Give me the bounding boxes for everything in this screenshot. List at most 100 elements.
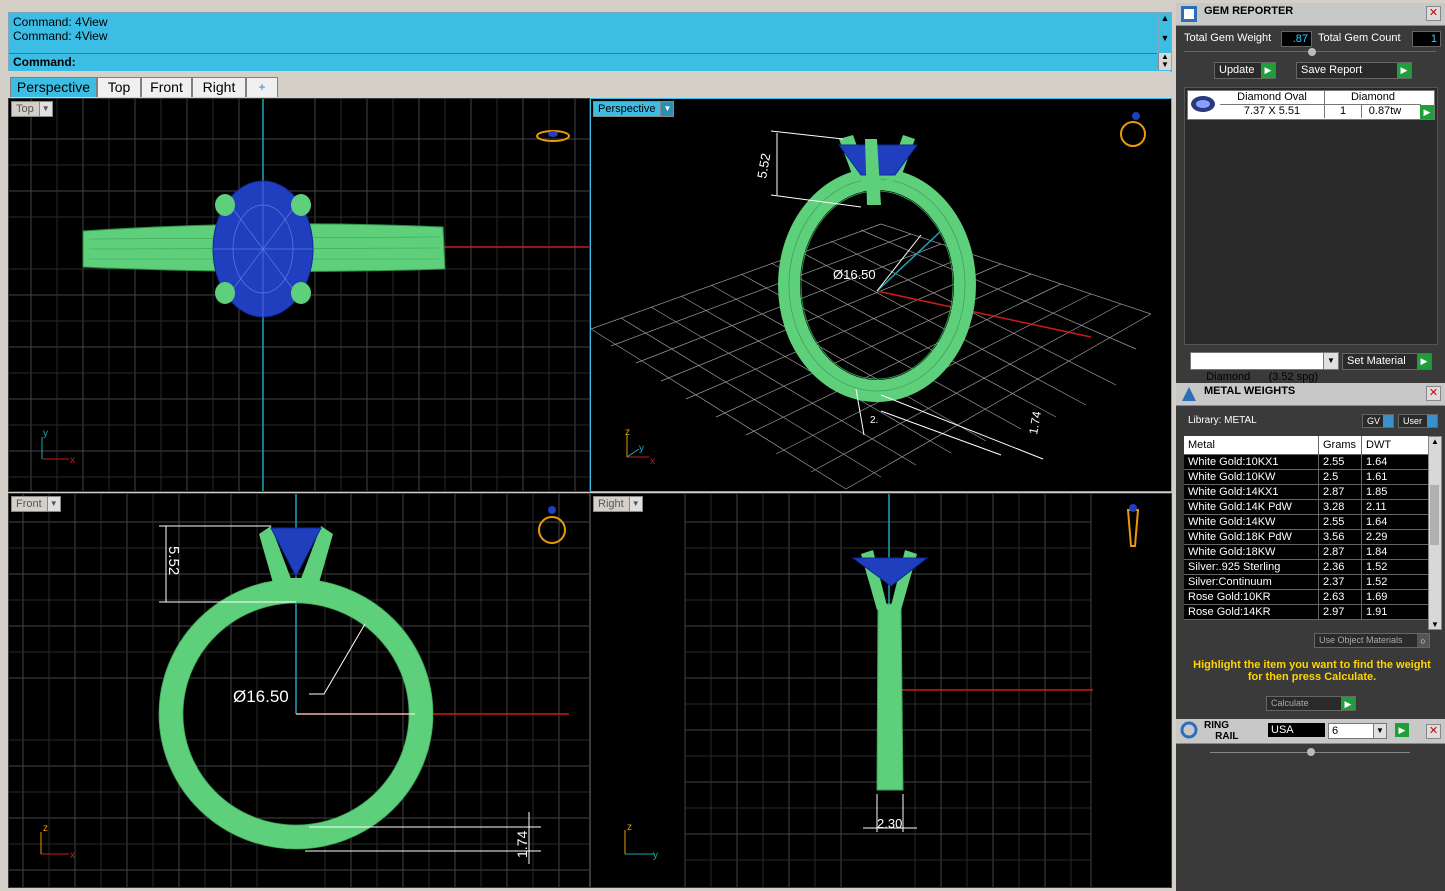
history-scrollbar[interactable]: ▲ ▼ [1158,13,1171,53]
save-report-button[interactable]: Save Report ▶ [1296,62,1412,79]
calculate-button[interactable]: Calculate ▶ [1266,696,1356,711]
metal-dwt: 1.61 [1361,469,1428,485]
metal-weights-header: METAL WEIGHTS ✕ [1176,383,1445,406]
viewport-perspective[interactable]: 5.52 Ø16.50 2. 1.74 x y z Perspective ▼ [590,98,1172,492]
column-header[interactable]: Metal [1184,436,1319,455]
tab-perspective[interactable]: Perspective [10,77,97,97]
metal-name: White Gold:14KW [1184,514,1319,530]
table-row[interactable]: Rose Gold:10KR 2.63 1.69 [1184,589,1428,605]
close-icon[interactable]: ✕ [1426,6,1441,21]
ring-preview-icon [1126,504,1140,547]
chevron-up-icon[interactable]: ▲ [1429,437,1441,446]
tab-right[interactable]: Right [192,77,246,97]
metal-dwt: 1.84 [1361,544,1428,560]
viewport-tab-bar: Perspective Top Front Right + [8,71,1170,97]
metal-grams: 2.87 [1318,544,1362,560]
ring-icon [1180,721,1198,739]
gem-list: Diamond Oval 7.37 X 5.51 Diamond 1 0.87t… [1184,87,1438,345]
total-count-label: Total Gem Count [1318,32,1401,44]
axis-x-label: x [70,850,75,861]
user-toggle[interactable]: User [1398,414,1438,428]
slider-handle[interactable] [1308,48,1316,56]
use-object-materials-toggle[interactable]: Use Object Materials ○ [1314,633,1430,648]
table-row[interactable]: White Gold:10KW 2.5 1.61 [1184,469,1428,485]
update-button[interactable]: Update ▶ [1214,62,1276,79]
toggle-icon [1383,415,1393,427]
front-view-canvas: 5.52 Ø16.50 1.74 x z [9,494,589,887]
column-header[interactable]: DWT [1361,436,1428,455]
table-row[interactable]: White Gold:10KX1 2.55 1.64 [1184,454,1428,470]
chevron-down-icon[interactable]: ▼ [1429,620,1441,629]
play-icon[interactable]: ▶ [1420,105,1434,119]
ring-preview-icon [538,506,566,544]
scale-icon [1182,387,1196,401]
update-button-label: Update [1219,64,1255,76]
ring-size-value: 6 [1332,725,1339,737]
close-icon[interactable]: ✕ [1426,386,1441,401]
metal-grams: 3.56 [1318,529,1362,545]
chevron-down-icon[interactable]: ▼ [46,497,60,511]
metal-grams: 3.28 [1318,499,1362,515]
dim-thickness-label: 1.74 [1026,410,1044,436]
table-row[interactable]: Silver:.925 Sterling 2.36 1.52 [1184,559,1428,575]
set-material-button[interactable]: Set Material ▶ [1342,353,1432,370]
dim-diameter-label: Ø16.50 [233,687,289,706]
metal-dwt: 1.64 [1361,514,1428,530]
metal-dwt: 1.52 [1361,574,1428,590]
ring-rail-title: RING RAIL [1204,720,1238,742]
table-row[interactable]: White Gold:18KW 2.87 1.84 [1184,544,1428,560]
axis-z-label: z [627,822,632,833]
metal-grams: 2.63 [1318,589,1362,605]
table-row[interactable]: Silver:Continuum 2.37 1.52 [1184,574,1428,590]
close-icon[interactable]: ✕ [1426,724,1441,739]
ring-size-select[interactable]: 6 ▼ [1328,723,1387,739]
metal-name: Rose Gold:14KR [1184,604,1319,620]
metal-grams: 2.87 [1318,484,1362,500]
viewport-label-perspective[interactable]: Perspective ▼ [593,101,675,117]
ring-rail-title-line: RING [1204,720,1229,731]
chevron-down-icon[interactable]: ▼ [660,102,674,116]
metal-name: White Gold:10KX1 [1184,454,1319,470]
country-select[interactable]: USA [1268,723,1325,737]
scrollbar-thumb[interactable] [1430,485,1439,545]
table-row[interactable]: White Gold:18K PdW 3.56 2.29 [1184,529,1428,545]
dim-small-label: 2. [870,415,878,426]
metal-name: White Gold:18KW [1184,544,1319,560]
user-label: User [1403,416,1423,426]
viewport-top[interactable]: x y Top ▼ [8,98,590,492]
play-icon[interactable]: ▶ [1395,723,1409,737]
slider-handle[interactable] [1307,748,1315,756]
table-row[interactable]: White Gold:14K PdW 3.28 2.11 [1184,499,1428,515]
calculate-label: Calculate [1271,698,1309,708]
metal-dwt: 1.52 [1361,559,1428,575]
viewport-right[interactable]: 2.30 y z Right ▼ [590,493,1172,888]
oval-gem-icon [1191,96,1215,112]
command-spinner[interactable]: ▲ ▼ [1158,53,1171,70]
axis-y-label: y [43,428,48,439]
side-panel: GEM REPORTER ✕ Total Gem Weight .87 Tota… [1176,3,1445,891]
axis-x-label: x [650,456,655,467]
table-row[interactable]: White Gold:14KW 2.55 1.64 [1184,514,1428,530]
viewport-front[interactable]: 5.52 Ø16.50 1.74 x z Front ▼ [8,493,590,888]
gv-toggle[interactable]: GV [1362,414,1394,428]
metal-dwt: 2.29 [1361,529,1428,545]
table-row[interactable]: Rose Gold:14KR 2.97 1.91 [1184,604,1428,620]
viewport-label-top[interactable]: Top ▼ [11,101,53,117]
metal-table-scrollbar[interactable]: ▲ ▼ [1428,436,1442,630]
chevron-down-icon[interactable]: ▼ [628,497,642,511]
chevron-down-icon[interactable]: ▼ [38,102,52,116]
command-line[interactable]: Command: [9,53,1157,70]
save-report-label: Save Report [1301,64,1363,76]
tab-top[interactable]: Top [97,77,141,97]
tab-front[interactable]: Front [141,77,192,97]
column-header[interactable]: Grams [1318,436,1362,455]
table-row[interactable]: White Gold:14KX1 2.87 1.85 [1184,484,1428,500]
metal-name: White Gold:14KX1 [1184,484,1319,500]
gem-row[interactable]: Diamond Oval 7.37 X 5.51 Diamond 1 0.87t… [1187,90,1435,120]
gem-reporter-icon [1181,6,1197,22]
viewport-label-front[interactable]: Front ▼ [11,496,61,512]
play-icon: ▶ [1397,63,1411,78]
material-select[interactable]: Diamond (3.52 spg) ▼ [1190,352,1339,383]
viewport-label-right[interactable]: Right ▼ [593,496,643,512]
add-tab-button[interactable]: + [246,77,278,97]
